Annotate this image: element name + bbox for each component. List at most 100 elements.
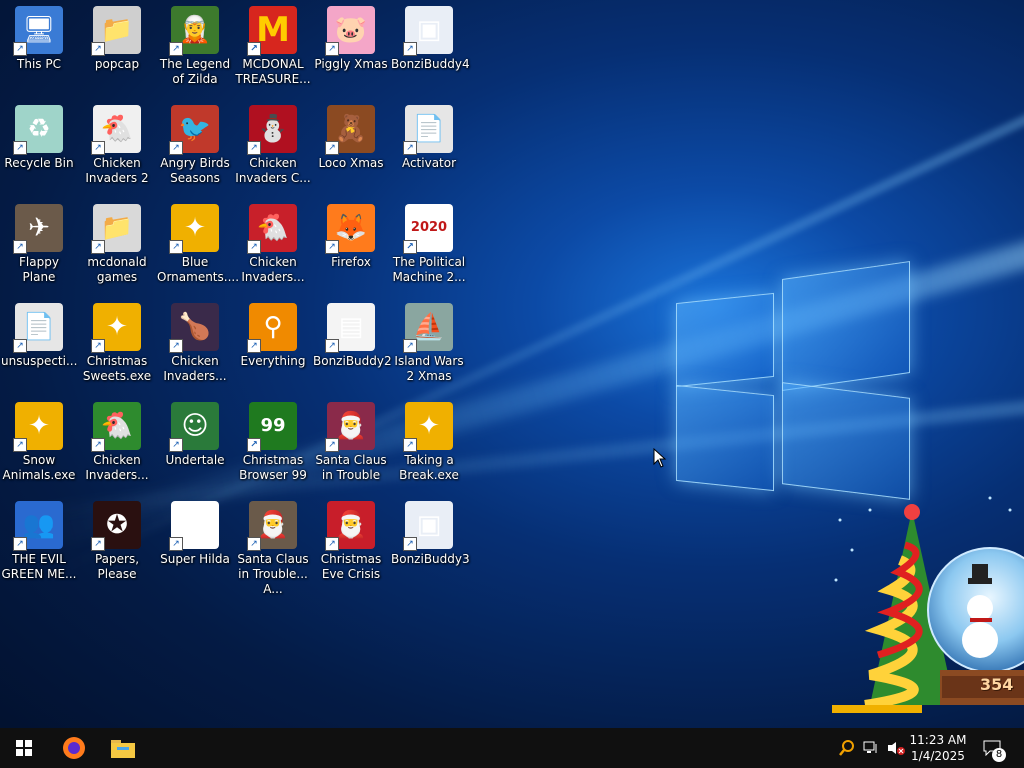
desktop-icon[interactable]: ✈ ↗ Flappy Plane <box>0 200 78 296</box>
desktop-icon[interactable]: 🧝 ↗ The Legend of Zilda <box>156 2 234 98</box>
shortcut-arrow-icon: ↗ <box>91 339 105 353</box>
desktop-icon[interactable]: ⛵ ↗ Island Wars 2 Xmas <box>390 299 468 395</box>
tray-network-button[interactable] <box>860 728 882 768</box>
desktop-icon[interactable]: 📁 ↗ popcap <box>78 2 156 98</box>
desktop-icon[interactable]: 🎅 ↗ Santa Claus in Trouble <box>312 398 390 494</box>
desktop-icon-label: Chicken Invaders C... <box>235 156 311 185</box>
snow-globe-counter: 354 <box>980 675 1014 694</box>
desktop-icon[interactable]: ▣ ↗ BonziBuddy3 <box>390 497 470 593</box>
desktop-icon-label: mcdonald games <box>87 255 147 284</box>
desktop-icon[interactable]: 🍗 ↗ Chicken Invaders... <box>156 299 234 395</box>
desktop-icon-label: Christmas Browser 99 <box>239 453 307 482</box>
desktop-icon[interactable]: 🦊 ↗ Firefox <box>312 200 390 296</box>
plane-icon: ✈ ↗ <box>13 204 63 254</box>
desktop-icon[interactable]: ▦ ↗ Super Hilda <box>156 497 234 593</box>
desktop-icon-label: BonziBuddy2 <box>313 354 392 368</box>
desktop-icon-label: Christmas Eve Crisis <box>320 552 382 581</box>
file-icon: 📄 ↗ <box>13 303 63 353</box>
shortcut-arrow-icon: ↗ <box>325 141 339 155</box>
desktop-icon-label: MCDONAL TREASURE... <box>235 57 311 86</box>
papers-please-icon: ✪ ↗ <box>91 501 141 551</box>
this-pc-icon: 🖥 ↗ <box>13 6 63 56</box>
shortcut-arrow-icon: ↗ <box>13 438 27 452</box>
desktop-icon[interactable]: 🐔 ↗ Chicken Invaders... <box>78 398 156 494</box>
desktop-icon[interactable]: M ↗ MCDONAL TREASURE... <box>234 2 312 98</box>
shortcut-arrow-icon: ↗ <box>247 537 261 551</box>
desktop-icon-label: popcap <box>94 57 140 71</box>
windows-start-icon <box>16 740 32 756</box>
file-explorer-icon <box>111 740 135 758</box>
film-icon: ▤ ↗ <box>325 303 375 353</box>
pixel-icon: ▦ ↗ <box>169 501 219 551</box>
desktop-icon[interactable]: ✦ ↗ Snow Animals.exe <box>0 398 78 494</box>
desktop-icon[interactable]: 👥 ↗ THE EVIL GREEN ME... <box>0 497 78 593</box>
network-icon <box>863 741 877 753</box>
messenger-icon: 👥 ↗ <box>13 501 63 551</box>
desktop-icon[interactable]: ▤ ↗ BonziBuddy2 <box>312 299 392 395</box>
shortcut-arrow-icon: ↗ <box>169 42 183 56</box>
file-icon: 📄 ↗ <box>403 105 453 155</box>
desktop-icon-label: Chicken Invaders... <box>163 354 227 383</box>
desktop-icon[interactable]: 🐦 ↗ Angry Birds Seasons <box>156 101 234 197</box>
clock-date: 1/4/2025 <box>911 749 965 763</box>
shortcut-arrow-icon: ↗ <box>91 240 105 254</box>
desktop-icon[interactable]: ⚲ ↗ Everything <box>234 299 312 395</box>
shortcut-arrow-icon: ↗ <box>325 438 339 452</box>
santa-icon: 🎅 ↗ <box>247 501 297 551</box>
desktop-icon[interactable]: 🐔 ↗ Chicken Invaders 2 <box>78 101 156 197</box>
desktop-icon[interactable]: ⛄ ↗ Chicken Invaders C... <box>234 101 312 197</box>
desktop-icon-label: Flappy Plane <box>19 255 59 284</box>
firefox-icon: 🦊 ↗ <box>325 204 375 254</box>
puzzle-icon: ✦ ↗ <box>91 303 141 353</box>
desktop-icon-label: Everything <box>240 354 306 368</box>
taskbar-clock[interactable]: 11:23 AM 1/4/2025 <box>900 732 976 764</box>
desktop-icon-label: Santa Claus in Trouble... A... <box>237 552 309 596</box>
shortcut-arrow-icon: ↗ <box>403 339 417 353</box>
christmas-snow-globe-widget[interactable]: 354 <box>830 490 1024 728</box>
logo-pane <box>782 261 910 391</box>
desktop-icon[interactable]: ♻ ↗ Recycle Bin <box>0 101 78 197</box>
shortcut-arrow-icon: ↗ <box>403 42 417 56</box>
shortcut-arrow-icon: ↗ <box>403 537 417 551</box>
desktop-icon[interactable]: 🎅 ↗ Santa Claus in Trouble... A... <box>234 497 312 596</box>
desktop-icon[interactable]: 🐷 ↗ Piggly Xmas <box>312 2 390 98</box>
shortcut-arrow-icon: ↗ <box>247 42 261 56</box>
desktop-icon-label: Chicken Invaders... <box>85 453 149 482</box>
desktop-icon[interactable]: 📄 ↗ unsuspecti... <box>0 299 78 395</box>
bear-icon: 🧸 ↗ <box>325 105 375 155</box>
shortcut-arrow-icon: ↗ <box>247 438 261 452</box>
desktop-icon[interactable]: 🎅 ↗ Christmas Eve Crisis <box>312 497 390 593</box>
taskbar-file-explorer-button[interactable] <box>99 728 147 768</box>
desktop-icon-label: Island Wars 2 Xmas <box>394 354 464 383</box>
desktop-icon[interactable]: ✦ ↗ Blue Ornaments.... <box>156 200 239 296</box>
desktop-icon[interactable]: 🐔 ↗ Chicken Invaders... <box>234 200 312 296</box>
desktop-icon-label: THE EVIL GREEN ME... <box>1 552 77 581</box>
taskbar-firefox-button[interactable] <box>50 728 98 768</box>
desktop-icon[interactable]: 🖥 ↗ This PC <box>0 2 78 98</box>
desktop-icon-label: Undertale <box>165 453 225 467</box>
folder-icon: 📁 ↗ <box>91 6 141 56</box>
shortcut-arrow-icon: ↗ <box>91 537 105 551</box>
desktop-icon[interactable]: 📁 ↗ mcdonald games <box>78 200 156 296</box>
desktop-icon[interactable]: 📄 ↗ Activator <box>390 101 468 197</box>
desktop-icon[interactable]: ☺ ↗ Undertale <box>156 398 234 494</box>
mouse-cursor-icon <box>653 448 667 468</box>
tray-search-button[interactable] <box>836 728 858 768</box>
desktop-icon[interactable]: ▣ ↗ BonziBuddy4 <box>390 2 470 98</box>
desktop-icon[interactable]: 99 ↗ Christmas Browser 99 <box>234 398 312 494</box>
desktop-icon[interactable]: 🧸 ↗ Loco Xmas <box>312 101 390 197</box>
shortcut-arrow-icon: ↗ <box>247 141 261 155</box>
shortcut-arrow-icon: ↗ <box>247 240 261 254</box>
shortcut-arrow-icon: ↗ <box>325 42 339 56</box>
firefox-icon <box>63 737 85 759</box>
chicken-santa-icon: 🐔 ↗ <box>247 204 297 254</box>
desktop-icon-label: Recycle Bin <box>4 156 74 170</box>
shortcut-arrow-icon: ↗ <box>403 438 417 452</box>
desktop-icon[interactable]: 2020 ↗ The Political Machine 2... <box>390 200 468 296</box>
start-button[interactable] <box>0 728 48 768</box>
chicken-icon: 🐔 ↗ <box>91 105 141 155</box>
desktop-icon[interactable]: ✪ ↗ Papers, Please <box>78 497 156 593</box>
desktop-icon[interactable]: ✦ ↗ Taking a Break.exe <box>390 398 468 494</box>
action-center-button[interactable]: 8 <box>980 728 1010 768</box>
desktop-icon[interactable]: ✦ ↗ Christmas Sweets.exe <box>78 299 156 395</box>
